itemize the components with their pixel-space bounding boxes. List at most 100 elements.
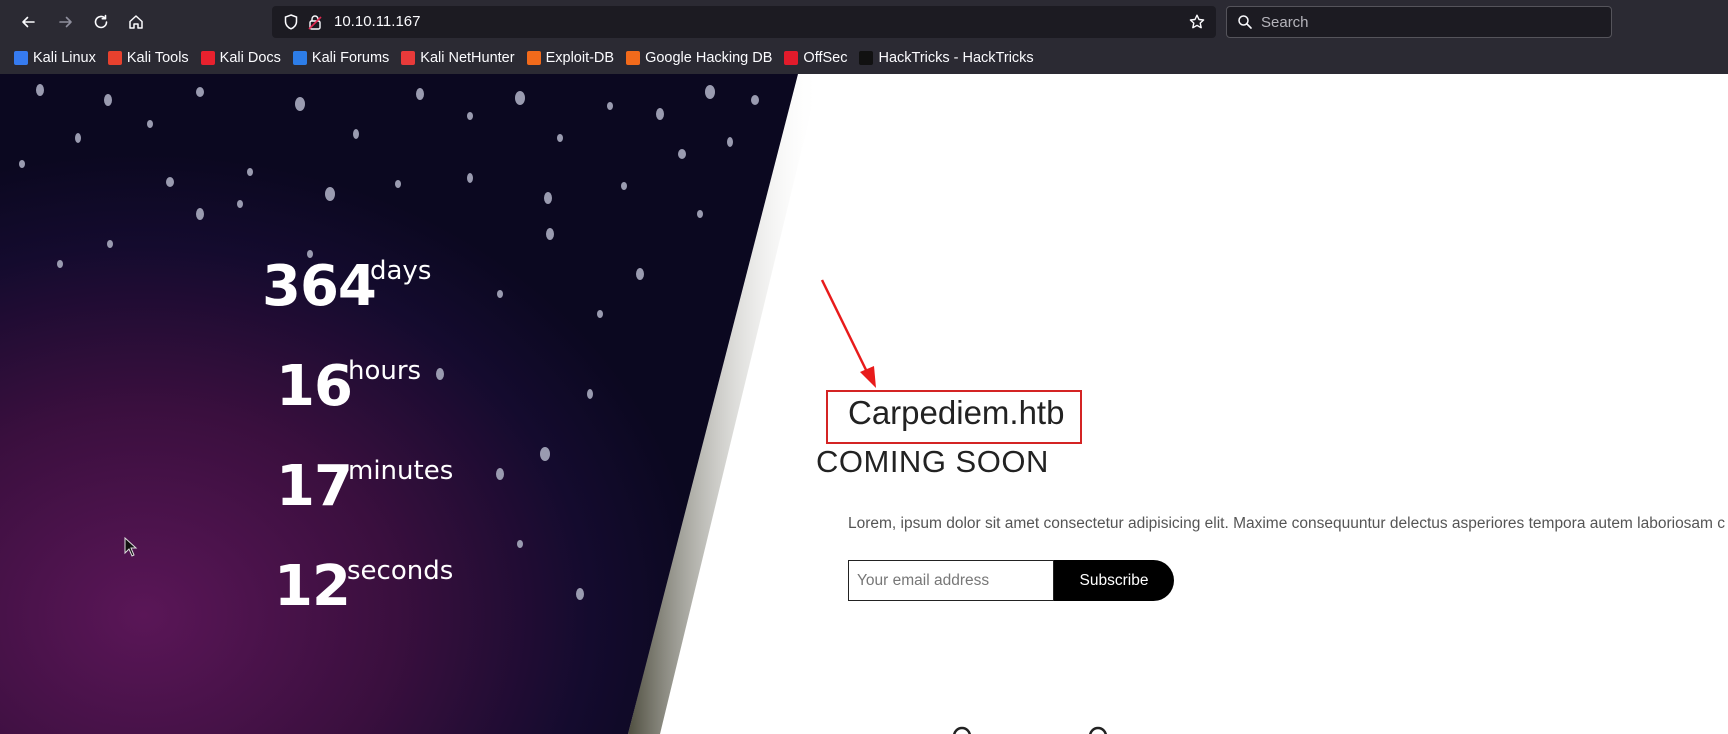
days-value: 364 (262, 254, 377, 319)
bookmark-item[interactable]: Kali Forums (292, 47, 390, 69)
bookmark-label: Kali Linux (33, 50, 96, 66)
bookmark-item[interactable]: HackTricks - HackTricks (859, 47, 1034, 69)
search-icon (1238, 15, 1252, 29)
star-dot (196, 208, 204, 220)
bookmark-label: Kali Docs (219, 50, 281, 66)
bookmark-label: Exploit-DB (545, 50, 615, 66)
reload-icon (94, 14, 108, 29)
star-dot (621, 182, 627, 190)
star-dot (597, 310, 603, 318)
bookmark-label: HackTricks - HackTricks (878, 50, 1034, 66)
star-dot (678, 149, 686, 159)
star-dot (751, 95, 759, 105)
star-dot (147, 120, 153, 128)
search-input[interactable]: Search (1261, 14, 1309, 31)
bookmark-item[interactable]: Kali Linux (14, 47, 96, 69)
star-dot (104, 94, 112, 106)
mouse-cursor-icon (124, 537, 138, 557)
star-dot (496, 468, 504, 480)
url-bar[interactable]: 10.10.11.167 (272, 6, 1216, 38)
star-dot (727, 137, 733, 147)
insecure-lock-icon[interactable] (306, 13, 324, 31)
hours-label: hours (348, 356, 422, 386)
star-dot (75, 133, 81, 143)
bookmark-favicon-icon (526, 51, 541, 65)
star-dot (237, 200, 243, 208)
bookmark-label: Kali Tools (126, 50, 189, 66)
minutes-value: 17 (276, 454, 353, 519)
star-dot (196, 87, 204, 97)
countdown-panel (0, 74, 820, 734)
forward-button[interactable] (52, 8, 80, 36)
night-sky-background (0, 74, 820, 734)
hours-value: 16 (276, 354, 353, 419)
countdown-minutes: 17 minutes (276, 454, 453, 519)
arrow-right-icon (59, 16, 72, 28)
star-dot (436, 368, 444, 380)
reload-button[interactable] (87, 8, 115, 36)
bookmark-favicon-icon (859, 51, 874, 65)
bookmark-item[interactable]: Kali NetHunter (401, 47, 515, 69)
star-dot (416, 88, 424, 100)
coming-soon-heading: COMING SOON (816, 444, 1049, 479)
star-dot (395, 180, 401, 188)
url-text[interactable]: 10.10.11.167 (334, 13, 420, 30)
shield-icon[interactable] (282, 13, 300, 31)
search-bar[interactable]: Search (1226, 6, 1612, 38)
subscribe-button[interactable]: Subscribe (1054, 560, 1174, 601)
email-placeholder: Your email address (857, 571, 990, 589)
star-dot (353, 129, 359, 139)
home-icon (129, 15, 143, 29)
bookmark-label: Kali NetHunter (420, 50, 515, 66)
star-dot (517, 540, 523, 548)
star-icon[interactable] (1188, 13, 1206, 31)
annotation-arrow-icon (820, 279, 876, 388)
star-dot (325, 187, 335, 201)
star-dot (544, 192, 552, 204)
bookmark-label: Google Hacking DB (645, 50, 773, 66)
star-dot (557, 134, 563, 142)
star-dot (607, 102, 613, 110)
bookmark-label: Kali Forums (311, 50, 390, 66)
star-dot (57, 260, 63, 268)
countdown-days: 364 days (262, 254, 431, 319)
bookmark-favicon-icon (14, 51, 28, 65)
star-dot (36, 84, 44, 96)
days-label: days (370, 256, 432, 286)
star-dot (166, 177, 174, 187)
bookmark-favicon-icon (784, 51, 799, 65)
bookmark-item[interactable]: Exploit-DB (526, 47, 615, 69)
star-dot (107, 240, 113, 248)
browser-chrome: 10.10.11.167 Search Kali Linux Kali Tools… (0, 0, 1728, 74)
home-button[interactable] (122, 8, 150, 36)
bookmark-favicon-icon (107, 51, 122, 65)
email-field[interactable]: Your email address (848, 560, 1054, 601)
star-dot (515, 91, 525, 105)
bookmark-favicon-icon (626, 51, 641, 65)
back-button[interactable] (14, 8, 42, 36)
star-dot (546, 228, 554, 240)
minutes-label: minutes (348, 456, 454, 486)
bookmark-item[interactable]: Google Hacking DB (626, 47, 772, 69)
bookmark-item[interactable]: OffSec (784, 47, 847, 69)
star-dot (467, 112, 473, 120)
star-dot (697, 210, 703, 218)
description-text: Lorem, ipsum dolor sit amet consectetur … (848, 515, 1726, 532)
star-dot (247, 168, 253, 176)
star-dot (636, 268, 644, 280)
seconds-label: seconds (347, 556, 454, 586)
page-content: 364 days 16 hours 17 minutes 12 seconds … (0, 74, 1728, 734)
bookmark-favicon-icon (401, 51, 416, 65)
site-title: Carpediem.htb (848, 394, 1065, 431)
bookmarks-toolbar: Kali Linux Kali Tools Kali Docs Kali Forums… (14, 46, 1046, 70)
clipped-heading-fragment (953, 726, 1107, 734)
arrow-left-icon (22, 16, 35, 28)
bookmark-item[interactable]: Kali Tools (107, 47, 189, 69)
countdown-hours: 16 hours (276, 354, 421, 419)
star-dot (540, 447, 550, 461)
countdown-seconds: 12 seconds (274, 554, 453, 619)
bookmark-item[interactable]: Kali Docs (200, 47, 281, 69)
star-dot (576, 588, 584, 600)
star-dot (656, 108, 664, 120)
star-dot (467, 173, 473, 183)
